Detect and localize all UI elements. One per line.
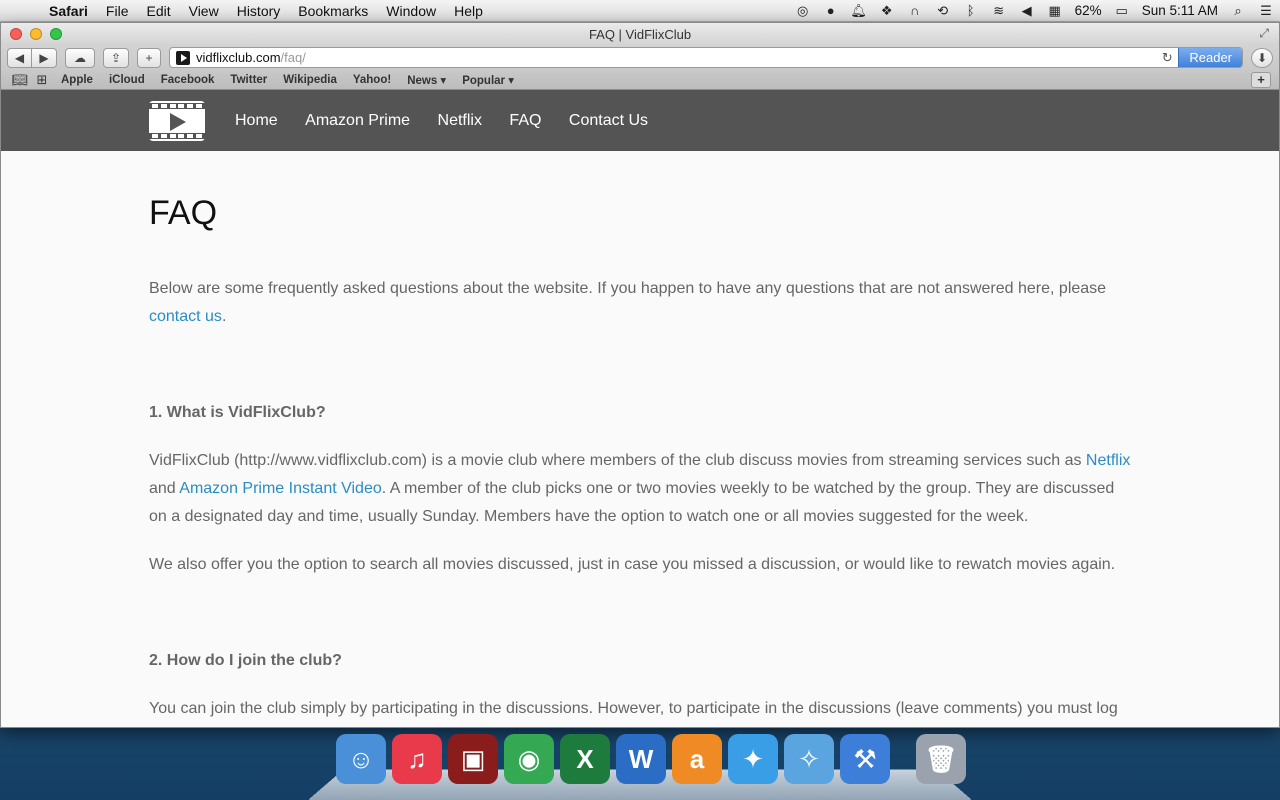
minimize-window-button[interactable] [30, 28, 42, 40]
site-header: Home Amazon Prime Netflix FAQ Contact Us [1, 90, 1279, 151]
window-title: FAQ | VidFlixClub [588, 26, 692, 42]
excel-icon[interactable]: X [560, 734, 610, 784]
menu-window[interactable]: Window [377, 0, 445, 22]
answer-1-paragraph-1: VidFlixClub (http://www.vidflixclub.com)… [149, 452, 1131, 525]
xcode-icon[interactable]: ⚒ [840, 734, 890, 784]
title-bar: FAQ | VidFlixClub ⤢ [1, 23, 1279, 45]
menu-app-name[interactable]: Safari [40, 0, 97, 22]
calendar-icon[interactable]: ▦ [1041, 3, 1069, 19]
page-content: FAQ Below are some frequently asked ques… [1, 151, 1279, 727]
bookmark-facebook[interactable]: Facebook [153, 74, 223, 86]
top-sites-icon[interactable]: ⊞ [31, 72, 53, 88]
twitter-icon[interactable]: ✦ [728, 734, 778, 784]
creative-cloud-icon[interactable]: ◎ [789, 3, 817, 19]
forward-button[interactable]: ▶ [32, 47, 57, 68]
nav-contact-us[interactable]: Contact Us [569, 112, 648, 129]
amazon-prime-instant-video-link[interactable]: Amazon Prime Instant Video [179, 480, 381, 497]
itunes-icon[interactable]: ♫ [392, 734, 442, 784]
bookmark-folder-popular[interactable]: Popular ▾ [454, 73, 522, 87]
dock-separator [896, 734, 910, 790]
reading-list-icon[interactable]: 📖︎ [9, 72, 31, 88]
add-bookmark-button[interactable]: + [137, 47, 161, 68]
menu-bookmarks[interactable]: Bookmarks [289, 0, 377, 22]
intro-paragraph: Below are some frequently asked question… [149, 280, 1107, 325]
answer-1-paragraph-2: We also offer you the option to search a… [149, 556, 1116, 573]
history-nav: ◀ ▶ [7, 47, 57, 68]
downloads-button[interactable]: ⬇ [1251, 47, 1273, 68]
notification-icon[interactable]: 🔔︎ [845, 3, 873, 19]
battery-percent[interactable]: 62% [1069, 3, 1108, 18]
page-title: FAQ [149, 194, 218, 232]
icloud-tabs-button[interactable]: ☁ [65, 47, 95, 68]
bookmark-twitter[interactable]: Twitter [222, 74, 275, 86]
finder-icon[interactable]: ☺ [336, 734, 386, 784]
dock: ☺ ♫ ▣ ◉ X Wa ✦ ✧ ⚒ 🗑︎ [336, 734, 966, 790]
safari-icon[interactable]: ✧ [784, 734, 834, 784]
reader-button[interactable]: Reader [1178, 48, 1242, 67]
browser-toolbar: ◀ ▶ ☁ ⇪ + vidflixclub.com /faq/ ↻ Reader… [1, 45, 1279, 70]
browser-window: FAQ | VidFlixClub ⤢ ◀ ▶ ☁ ⇪ + vidflixclu… [0, 22, 1280, 728]
reload-icon[interactable]: ↻ [1156, 50, 1178, 66]
question-1-title: 1. What is VidFlixClub? [149, 404, 326, 421]
nav-faq[interactable]: FAQ [509, 112, 541, 129]
balloon-icon[interactable]: ● [817, 3, 845, 18]
word-icon[interactable]: W [616, 734, 666, 784]
menu-view[interactable]: View [180, 0, 228, 22]
notification-center-icon[interactable]: ☰ [1252, 3, 1280, 19]
photo-booth-icon[interactable]: ▣ [448, 734, 498, 784]
menu-help[interactable]: Help [445, 0, 492, 22]
bookmark-folder-news[interactable]: News ▾ [399, 73, 454, 87]
zoom-window-button[interactable] [50, 28, 62, 40]
menu-file[interactable]: File [97, 0, 138, 22]
nav-netflix[interactable]: Netflix [438, 112, 482, 129]
amazon-mp3-icon[interactable]: a [672, 734, 722, 784]
chrome-icon[interactable]: ◉ [504, 734, 554, 784]
status-area: ◎ ● 🔔︎ ❖ ∩ ⟲ ᛒ ≋ ◀︎ ▦ 62% ▭ Sun 5:11 AM … [789, 0, 1280, 22]
contact-us-link[interactable]: contact us [149, 308, 222, 325]
time-machine-icon[interactable]: ⟲ [929, 3, 957, 19]
nav-home[interactable]: Home [235, 112, 278, 129]
question-2-title: 2. How do I join the club? [149, 652, 342, 669]
share-button[interactable]: ⇪ [103, 47, 129, 68]
bluetooth-icon[interactable]: ᛒ [957, 3, 985, 18]
site-nav: Home Amazon Prime Netflix FAQ Contact Us [235, 112, 671, 130]
site-favicon-icon [176, 50, 190, 65]
clock[interactable]: Sun 5:11 AM [1136, 3, 1224, 18]
bookmark-wikipedia[interactable]: Wikipedia [275, 74, 345, 86]
menu-history[interactable]: History [228, 0, 290, 22]
nav-amazon-prime[interactable]: Amazon Prime [305, 112, 410, 129]
answer-2-paragraph-1: You can join the club simply by particip… [149, 700, 1118, 717]
menu-edit[interactable]: Edit [137, 0, 179, 22]
wifi-icon[interactable]: ≋ [985, 3, 1013, 19]
bookmark-apple[interactable]: Apple [53, 74, 101, 86]
bookmarks-bar: 📖︎ ⊞ Apple iCloud Facebook Twitter Wikip… [1, 70, 1279, 90]
spotlight-icon[interactable]: ⌕ [1224, 3, 1252, 19]
volume-icon[interactable]: ◀︎ [1013, 3, 1041, 19]
menu-bar: Safari File Edit View History Bookmarks … [0, 0, 1280, 22]
bookmark-yahoo[interactable]: Yahoo! [345, 74, 399, 86]
new-tab-button[interactable]: + [1251, 71, 1271, 88]
bookmark-icloud[interactable]: iCloud [101, 74, 153, 86]
trash-icon[interactable]: 🗑︎ [916, 734, 966, 784]
url-path: /faq/ [280, 50, 306, 65]
close-window-button[interactable] [10, 28, 22, 40]
netflix-link[interactable]: Netflix [1086, 452, 1130, 469]
url-host: vidflixclub.com [196, 50, 281, 65]
back-button[interactable]: ◀ [7, 47, 32, 68]
headphones-icon[interactable]: ∩ [901, 3, 929, 18]
site-logo-film-icon[interactable] [149, 100, 205, 141]
address-bar[interactable]: vidflixclub.com /faq/ ↻ Reader [169, 47, 1243, 68]
fullscreen-icon[interactable]: ⤢ [1259, 26, 1269, 41]
battery-icon[interactable]: ▭ [1108, 3, 1136, 19]
dropbox-icon[interactable]: ❖ [873, 3, 901, 19]
window-controls [10, 28, 62, 40]
